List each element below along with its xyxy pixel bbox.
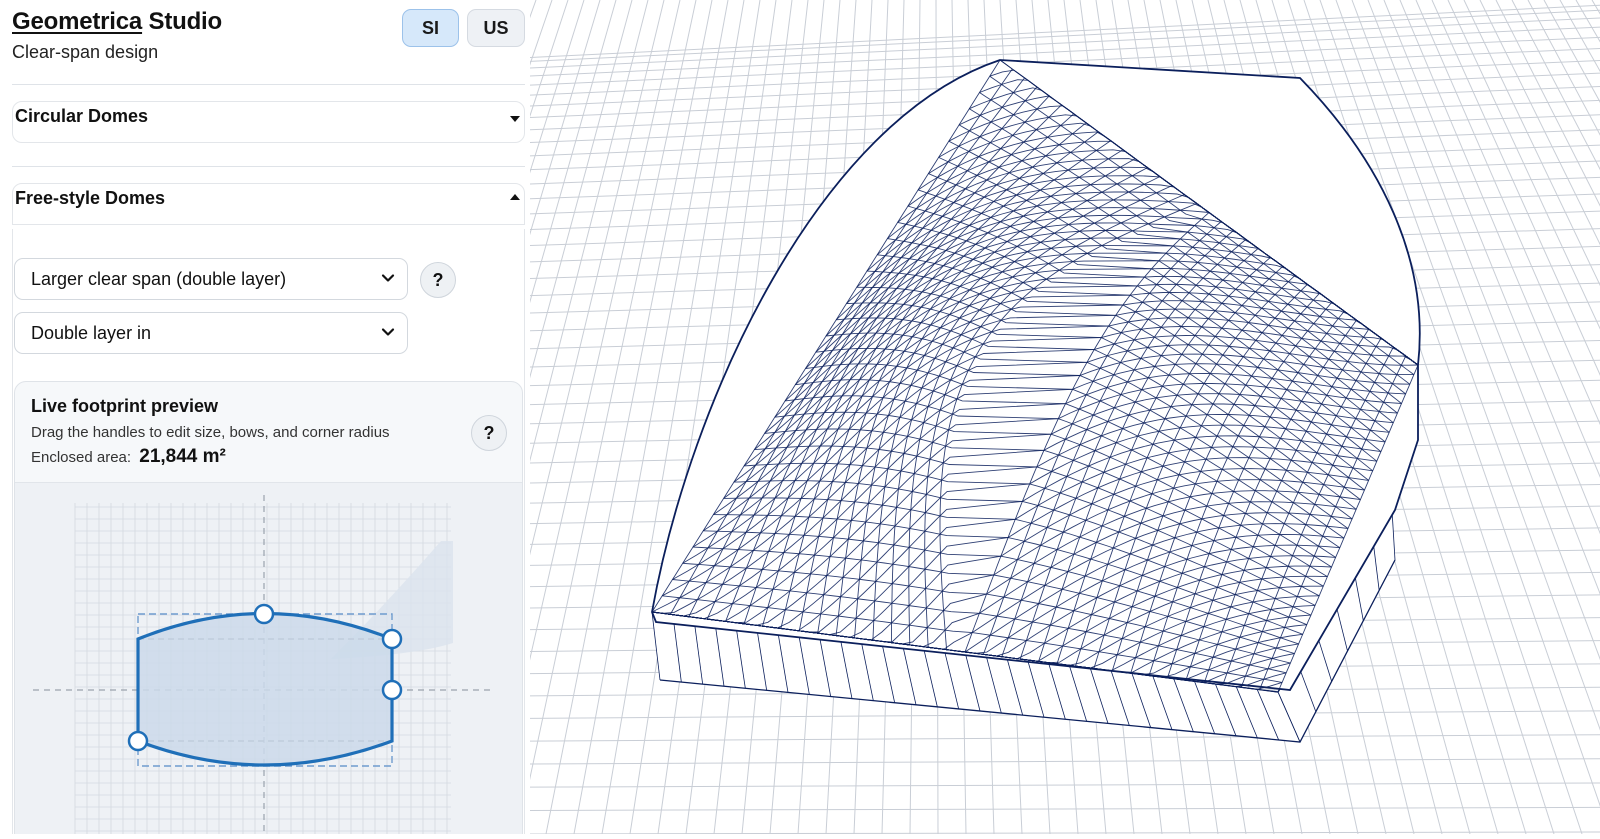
bow-handle-top[interactable]	[253, 603, 275, 625]
divider	[12, 84, 525, 85]
divider	[12, 166, 525, 167]
section-freestyle-domes[interactable]: Free-style Domes	[12, 183, 525, 225]
section-circular-domes[interactable]: Circular Domes	[12, 101, 525, 143]
footprint-drawing[interactable]	[15, 483, 523, 834]
caret-down-icon	[510, 116, 520, 122]
preview-title: Live footprint preview	[31, 396, 219, 416]
enclosed-area: Enclosed area: 21,844 m²	[31, 446, 226, 468]
area-label: Enclosed area:	[31, 449, 132, 466]
preview-help-button[interactable]: ?	[471, 415, 507, 451]
size-handle-right[interactable]	[381, 679, 403, 701]
select-value: Double layer in	[31, 323, 152, 343]
dome-surface	[652, 60, 1420, 690]
structure-type-select[interactable]: Larger clear span (double layer)	[14, 258, 408, 300]
3d-viewport[interactable]	[0, 0, 1600, 835]
caret-up-icon	[510, 194, 520, 200]
corner-handle[interactable]	[381, 628, 403, 650]
tagline: Clear-span design	[12, 42, 159, 62]
chevron-down-icon	[381, 328, 395, 336]
brand-name[interactable]: Geometrica	[12, 8, 142, 35]
footprint-preview-card: Live footprint preview Drag the handles …	[14, 381, 523, 834]
preview-hint: Drag the handles to edit size, bows, and…	[31, 424, 390, 441]
structure-help-button[interactable]: ?	[420, 262, 456, 298]
unit-si-button[interactable]: SI	[402, 9, 459, 47]
unit-us-button[interactable]: US	[467, 9, 525, 47]
select-value: Larger clear span (double layer)	[31, 269, 287, 289]
sidebar: Geometrica Studio Clear-span design SI U…	[0, 0, 530, 834]
layer-select[interactable]: Double layer in	[14, 312, 408, 354]
dome-3d-view[interactable]	[0, 0, 1600, 835]
section-label: Circular Domes	[15, 106, 149, 126]
size-handle-bottom-left[interactable]	[127, 730, 149, 752]
footprint-canvas[interactable]	[15, 482, 523, 834]
footprint-shape[interactable]	[136, 611, 394, 767]
app-title: Geometrica Studio	[12, 8, 222, 36]
area-value: 21,844 m²	[139, 446, 226, 467]
section-label: Free-style Domes	[15, 188, 166, 208]
chevron-down-icon	[381, 274, 395, 282]
brand-suffix: Studio	[148, 8, 223, 35]
